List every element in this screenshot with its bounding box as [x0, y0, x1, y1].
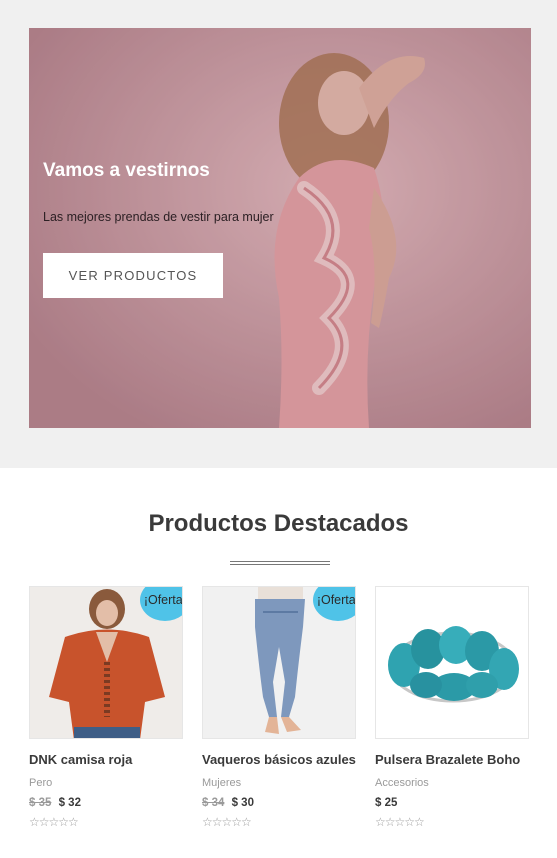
star-rating-icon: ☆☆☆☆☆: [375, 815, 425, 829]
product-card-boho-bracelet[interactable]: Pulsera Brazalete Boho Accesorios $ 25 ☆…: [375, 586, 529, 829]
star-rating-icon: ☆☆☆☆☆: [202, 815, 252, 829]
product-image[interactable]: ¡Oferta!: [29, 586, 183, 739]
turquoise-bracelet-image: [376, 587, 528, 738]
product-category[interactable]: Mujeres: [202, 777, 356, 789]
product-price: $ 34 $ 30: [202, 797, 356, 809]
product-category[interactable]: Pero: [29, 777, 183, 789]
product-price: $ 35 $ 32: [29, 797, 183, 809]
title-divider: [230, 561, 330, 565]
product-card-blue-jeans[interactable]: ¡Oferta! Vaqueros básicos azules Mujeres…: [202, 586, 356, 829]
product-card-dnk-shirt[interactable]: ¡Oferta! DNK camisa roja Pero $ 35 $ 32 …: [29, 586, 183, 829]
hero-title: Vamos a vestirnos: [43, 160, 210, 181]
product-title[interactable]: Pulsera Brazalete Boho: [375, 752, 529, 767]
product-title[interactable]: Vaqueros básicos azules: [202, 752, 356, 767]
sale-price: $ 32: [58, 797, 81, 809]
hero-section: Vamos a vestirnos Las mejores prendas de…: [0, 0, 557, 468]
product-image[interactable]: ¡Oferta!: [202, 586, 356, 739]
star-rating-icon: ☆☆☆☆☆: [29, 815, 79, 829]
featured-products-section: Productos Destacados ¡Oferta! DNK camisa…: [0, 468, 557, 858]
regular-price: $ 25: [375, 797, 398, 809]
hero-subtitle: Las mejores prendas de vestir para mujer: [43, 210, 274, 224]
hero-banner: Vamos a vestirnos Las mejores prendas de…: [29, 28, 531, 428]
hero-overlay: [29, 28, 531, 428]
sale-price: $ 30: [231, 797, 254, 809]
product-category[interactable]: Accesorios: [375, 777, 529, 789]
old-price: $ 34: [202, 797, 225, 809]
product-title[interactable]: DNK camisa roja: [29, 752, 183, 767]
product-price: $ 25: [375, 797, 529, 809]
view-products-button[interactable]: VER PRODUCTOS: [43, 253, 223, 298]
product-image[interactable]: [375, 586, 529, 739]
section-title: Productos Destacados: [148, 510, 409, 537]
old-price: $ 35: [29, 797, 52, 809]
